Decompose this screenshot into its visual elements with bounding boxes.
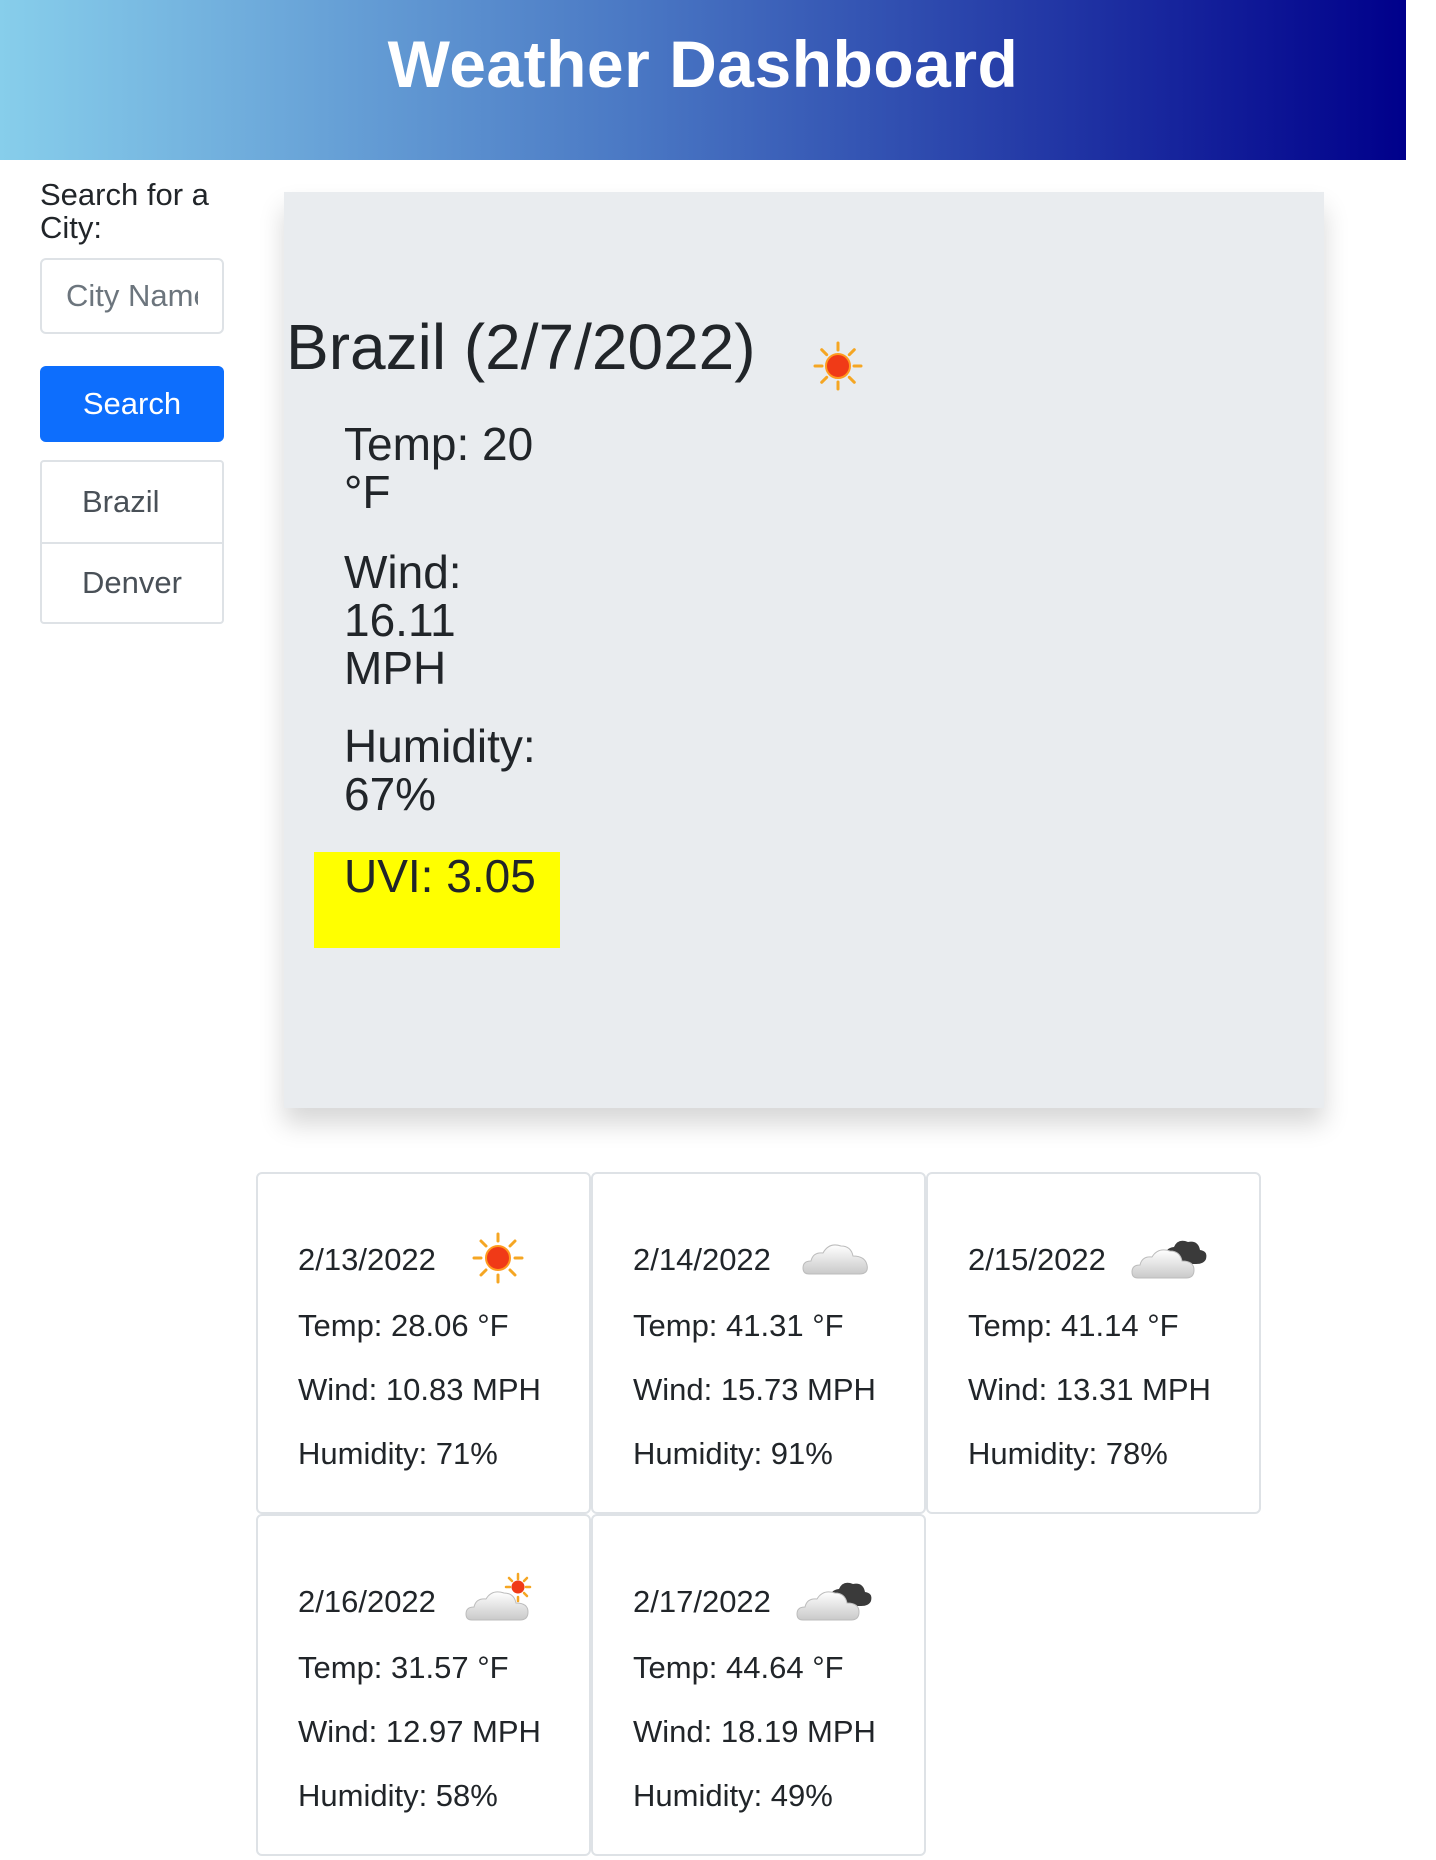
city-search-input[interactable]: [40, 258, 224, 334]
current-humidity: Humidity: 67%: [344, 720, 536, 820]
forecast-date: 2/15/2022: [968, 1242, 1106, 1277]
forecast-wind: Wind: 10.83 MPH: [298, 1372, 541, 1407]
forecast-temp: Temp: 41.31 °F: [633, 1308, 844, 1343]
forecast-temp: Temp: 28.06 °F: [298, 1308, 509, 1343]
forecast-wind: Wind: 13.31 MPH: [968, 1372, 1211, 1407]
history-item-brazil[interactable]: Brazil: [42, 462, 222, 542]
current-wind: Wind: 16.11 MPH: [344, 546, 462, 694]
search-history-list: Brazil Denver: [40, 460, 224, 624]
current-city-title: Brazil (2/7/2022): [286, 311, 756, 383]
current-uvi: UVI: 3.05: [344, 850, 536, 902]
forecast-date: 2/16/2022: [298, 1584, 436, 1619]
forecast-humidity: Humidity: 49%: [633, 1778, 833, 1813]
forecast-card: 2/14/2022 Temp: 41.31 °F Wind: 15.73 MPH…: [591, 1172, 926, 1514]
search-sidebar: Search for a City: Search Brazil Denver: [40, 178, 224, 624]
forecast-date: 2/13/2022: [298, 1242, 436, 1277]
forecast-temp: Temp: 44.64 °F: [633, 1650, 844, 1685]
forecast-date: 2/14/2022: [633, 1242, 771, 1277]
forecast-wind: Wind: 15.73 MPH: [633, 1372, 876, 1407]
forecast-temp: Temp: 41.14 °F: [968, 1308, 1179, 1343]
sun-icon: [813, 341, 863, 391]
page-title: Weather Dashboard: [387, 27, 1019, 101]
uvi-badge: UVI: 3.05: [314, 852, 560, 948]
cloud-icon: [802, 1244, 868, 1275]
forecast-card: 2/16/2022 Temp: 31.57 °F Wind: 12.97 MPH…: [256, 1514, 591, 1856]
forecast-temp: Temp: 31.57 °F: [298, 1650, 509, 1685]
sun-behind-cloud-icon: [465, 1572, 532, 1621]
current-weather-panel: Brazil (2/7/2022) Temp: 20 °F Wind: 16.1…: [284, 192, 1324, 1108]
search-button[interactable]: Search: [40, 366, 224, 442]
forecast-humidity: Humidity: 71%: [298, 1436, 498, 1471]
forecast-wind: Wind: 12.97 MPH: [298, 1714, 541, 1749]
forecast-humidity: Humidity: 91%: [633, 1436, 833, 1471]
forecast-card: 2/17/2022 Temp: 44.64 °F Wind: 18.19 MPH…: [591, 1514, 926, 1856]
broken-clouds-icon: [1131, 1240, 1207, 1279]
forecast-date: 2/17/2022: [633, 1584, 771, 1619]
search-label: Search for a City:: [40, 177, 209, 245]
history-item-denver[interactable]: Denver: [42, 542, 222, 622]
forecast-humidity: Humidity: 78%: [968, 1436, 1168, 1471]
forecast-humidity: Humidity: 58%: [298, 1778, 498, 1813]
forecast-card: 2/15/2022 Temp: 41.14 °F Wind: 13.31 MPH…: [926, 1172, 1261, 1514]
current-temp: Temp: 20 °F: [344, 418, 534, 518]
header-bar: Weather Dashboard: [0, 0, 1406, 160]
broken-clouds-icon: [796, 1582, 872, 1621]
forecast-card: 2/13/2022 Temp: 28.06 °F Wind: 10.83 MPH…: [256, 1172, 591, 1514]
forecast-wind: Wind: 18.19 MPH: [633, 1714, 876, 1749]
sun-icon: [472, 1232, 524, 1284]
